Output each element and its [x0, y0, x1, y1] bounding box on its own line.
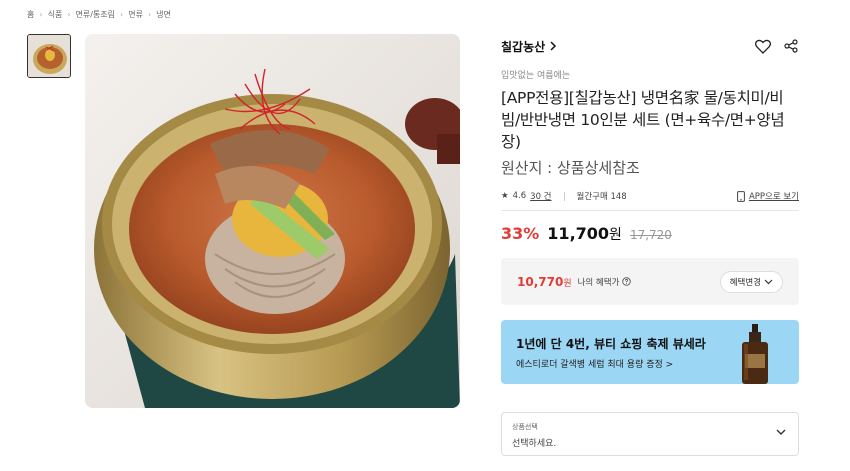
sale-price-group: 11,700원: [547, 224, 622, 244]
promo-text: 입맛없는 여름에는: [501, 71, 571, 81]
banner-subtitle: 에스티로더 갈색병 세럼 최대 용량 증정 >: [516, 360, 674, 370]
info-icon[interactable]: [622, 277, 632, 286]
product-thumbnail[interactable]: [27, 34, 71, 78]
meta-row: ★ 4.6 30 건 월간구매 148 APP으로 보기: [501, 188, 799, 204]
change-benefit-button[interactable]: 혜택변경: [719, 270, 783, 293]
rating-value: 4.6: [512, 191, 527, 201]
chevron-down-icon: [776, 429, 786, 435]
brand-actions: [755, 38, 799, 54]
product-origin: 원산지 : 상품상세참조: [501, 159, 640, 177]
chevron-right-icon: [550, 41, 557, 51]
breadcrumb-naengmyeon[interactable]: 냉면: [156, 9, 171, 20]
review-count-link[interactable]: 30 건: [530, 190, 551, 202]
promo-banner[interactable]: 1년에 단 4번, 뷰티 쇼핑 축제 뷰세라 에스티로더 갈색병 세럼 최대 용…: [501, 320, 799, 384]
benefit-label-group: 나의 혜택가: [578, 276, 632, 288]
divider-line: [501, 210, 799, 211]
brand-name: 칠갑농산: [501, 39, 546, 54]
rating-group: ★ 4.6 30 건 월간구매 148: [501, 190, 627, 202]
phone-icon: [737, 190, 745, 202]
benefit-price-value: 10,770: [517, 274, 564, 289]
share-icon[interactable]: [783, 38, 799, 54]
breadcrumb-noodles-canned[interactable]: 면류/통조림: [76, 9, 116, 20]
serum-bottle-image: [742, 324, 768, 384]
breadcrumb-home[interactable]: 홈: [27, 9, 34, 20]
benefit-price-group: 10,770원 나의 혜택가: [517, 275, 632, 289]
discount-rate: 33%: [501, 224, 540, 243]
benefit-box: 10,770원 나의 혜택가 혜택변경: [501, 258, 799, 305]
heart-icon[interactable]: [755, 38, 771, 54]
chevron-down-icon: [764, 279, 773, 284]
thumbnail-image: [28, 35, 70, 77]
benefit-price-currency: 원: [563, 278, 572, 289]
option-select-value: 선택하세요.: [512, 439, 557, 449]
option-select[interactable]: 상품선택 선택하세요.: [501, 412, 799, 456]
app-view-link[interactable]: APP으로 보기: [737, 190, 799, 202]
option-select-label: 상품선택: [512, 423, 538, 431]
brand-link[interactable]: 칠갑농산: [501, 38, 557, 55]
sale-price: 11,700: [547, 224, 610, 243]
breadcrumb-food[interactable]: 식품: [48, 9, 63, 20]
star-icon: ★: [501, 191, 509, 201]
naengmyeon-bowl-image: [85, 34, 460, 408]
product-main-image[interactable]: [85, 34, 460, 408]
change-benefit-label: 혜택변경: [729, 277, 761, 288]
app-view-label: APP으로 보기: [748, 192, 799, 202]
brand-row: 칠갑농산: [501, 37, 799, 55]
breadcrumb-separator-icon: ›: [39, 10, 43, 19]
sale-price-currency: 원: [609, 227, 622, 243]
breadcrumb: 홈 › 식품 › 면류/통조림 › 면류 › 냉면: [27, 9, 171, 20]
price-row: 33% 11,700원 17,720: [501, 224, 672, 244]
meta-divider: [563, 191, 565, 201]
benefit-price: 10,770원: [517, 275, 572, 289]
benefit-label: 나의 혜택가: [577, 277, 620, 288]
banner-title: 1년에 단 4번, 뷰티 쇼핑 축제 뷰세라: [516, 337, 706, 351]
monthly-purchase: 월간구매 148: [576, 192, 627, 202]
breadcrumb-separator-icon: ›: [67, 10, 71, 19]
breadcrumb-noodles[interactable]: 면류: [128, 9, 143, 20]
product-title: [APP전용][칠갑농산] 냉면名家 물/동치미/비빔/반반냉면 10인분 세트…: [501, 89, 785, 151]
breadcrumb-separator-icon: ›: [120, 10, 124, 19]
original-price: 17,720: [629, 228, 672, 242]
breadcrumb-separator-icon: ›: [147, 10, 152, 19]
